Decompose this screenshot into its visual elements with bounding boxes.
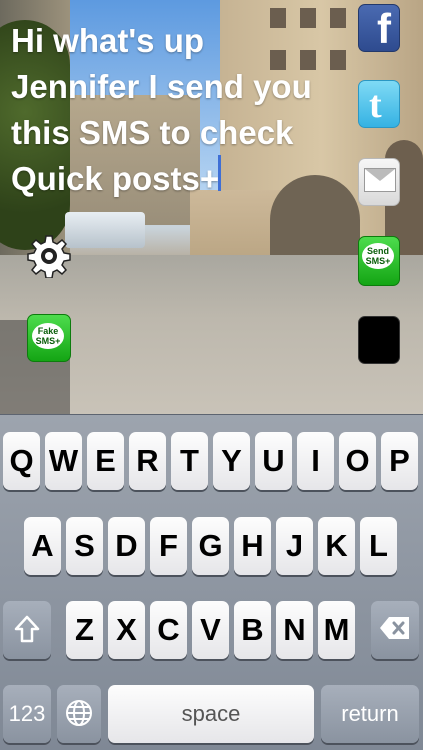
photo-window [330, 8, 346, 28]
settings-gear-icon[interactable] [27, 234, 71, 278]
key[interactable]: T [171, 432, 208, 490]
key[interactable]: R [129, 432, 166, 490]
key[interactable]: U [255, 432, 292, 490]
photo-bus [65, 212, 145, 248]
fake-sms-label-line: SMS+ [35, 336, 61, 346]
message-line: this SMS to check [11, 114, 294, 151]
twitter-icon: t [369, 84, 382, 126]
space-key[interactable]: space [108, 685, 314, 743]
globe-key[interactable] [57, 685, 101, 743]
key[interactable]: L [360, 517, 397, 575]
key[interactable]: G [192, 517, 229, 575]
key[interactable]: F [150, 517, 187, 575]
key[interactable]: J [276, 517, 313, 575]
key[interactable]: B [234, 601, 271, 659]
app-screen: Hi what's up Jennifer I send you this SM… [0, 0, 423, 750]
key[interactable]: O [339, 432, 376, 490]
backspace-key[interactable] [371, 601, 419, 659]
key[interactable]: A [24, 517, 61, 575]
message-line: Hi what's up [11, 22, 205, 59]
key[interactable]: Z [66, 601, 103, 659]
message-line: Jennifer I send you [11, 68, 312, 105]
key[interactable]: E [87, 432, 124, 490]
backspace-icon [380, 617, 409, 639]
key[interactable]: C [150, 601, 187, 659]
key[interactable]: N [276, 601, 313, 659]
fake-sms-button[interactable]: Fake SMS+ [27, 314, 71, 362]
shift-key[interactable] [3, 601, 51, 659]
keyboard: Q W E R T Y U I O P A S D F G H J K L Z … [0, 414, 423, 750]
mail-button[interactable] [358, 158, 400, 206]
envelope-icon [364, 168, 396, 192]
facebook-button[interactable]: f [358, 4, 400, 52]
numbers-key[interactable]: 123 [3, 685, 51, 743]
key[interactable]: V [192, 601, 229, 659]
return-key[interactable]: return [321, 685, 419, 743]
text-cursor [218, 155, 221, 191]
key[interactable]: S [66, 517, 103, 575]
globe-icon [66, 700, 92, 726]
background-select-button[interactable] [358, 316, 400, 364]
key[interactable]: Q [3, 432, 40, 490]
facebook-icon: f [377, 5, 391, 52]
key[interactable]: M [318, 601, 355, 659]
photo-window [330, 50, 346, 70]
key[interactable]: H [234, 517, 271, 575]
send-sms-label-line: SMS+ [365, 256, 391, 266]
key[interactable]: P [381, 432, 418, 490]
shift-arrow-icon [14, 615, 40, 643]
sms-bubble-icon: Fake SMS+ [32, 323, 64, 349]
key[interactable]: Y [213, 432, 250, 490]
send-sms-button[interactable]: Send SMS+ [358, 236, 400, 286]
key[interactable]: I [297, 432, 334, 490]
key[interactable]: D [108, 517, 145, 575]
message-text[interactable]: Hi what's up Jennifer I send you this SM… [11, 18, 312, 202]
key[interactable]: W [45, 432, 82, 490]
key[interactable]: X [108, 601, 145, 659]
sms-bubble-icon: Send SMS+ [362, 243, 394, 269]
key[interactable]: K [318, 517, 355, 575]
twitter-button[interactable]: t [358, 80, 400, 128]
fake-sms-label-line: Fake [37, 326, 59, 336]
send-sms-label-line: Send [366, 246, 389, 256]
message-line: Quick posts+ [11, 160, 220, 197]
